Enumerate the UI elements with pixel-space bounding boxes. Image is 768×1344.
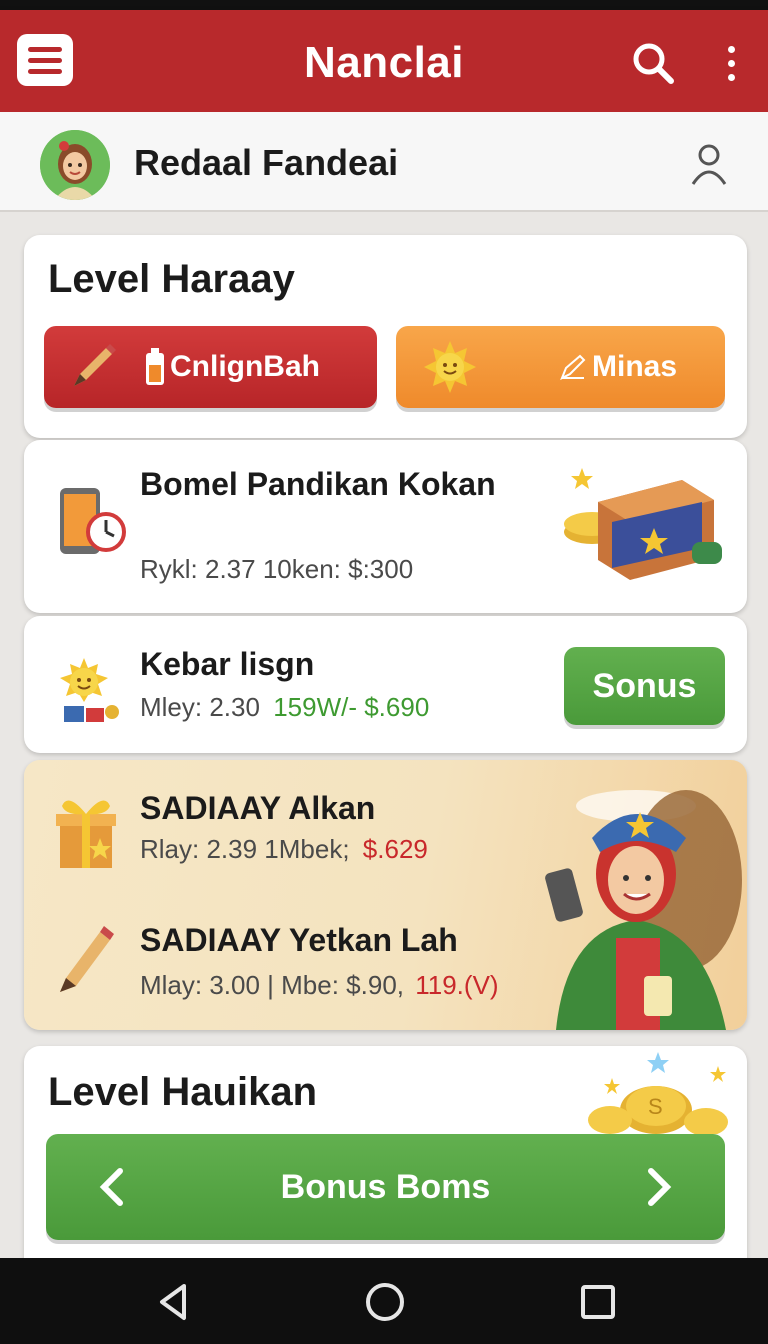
pencil-icon bbox=[74, 344, 116, 386]
chevron-right-icon[interactable] bbox=[645, 1167, 673, 1207]
level-card-title: Level Haraay bbox=[48, 257, 295, 301]
coins-icon: S bbox=[588, 1052, 728, 1134]
minas-button[interactable]: Minas bbox=[396, 326, 725, 408]
edit-icon bbox=[560, 354, 586, 381]
item-subtitle-highlight: 159W/- $.690 bbox=[273, 692, 430, 722]
promo-row1-title: SADIAAY Alkan bbox=[140, 790, 376, 826]
character-illustration bbox=[545, 790, 742, 1030]
system-nav-bar bbox=[0, 1258, 768, 1344]
sun-gift-icon bbox=[60, 658, 119, 722]
level-card: Level Haraay CnlignBah Minas bbox=[24, 235, 747, 438]
sonus-button[interactable]: Sonus bbox=[564, 647, 725, 725]
svg-text:S: S bbox=[648, 1094, 663, 1119]
more-vert-icon[interactable] bbox=[716, 40, 746, 86]
item-title: Kebar lisgn bbox=[140, 646, 315, 682]
item-title: Bomel Pandikan Kokan bbox=[140, 466, 496, 502]
promo-row2-sub-left: Mlay: 3.00 | Mbe: $.90, bbox=[140, 970, 404, 1000]
avatar[interactable] bbox=[40, 130, 110, 200]
sun-icon bbox=[424, 341, 476, 393]
promo-row2-sub-right: 119.(V) bbox=[415, 970, 499, 1000]
promo-row2-subtitle: Mlay: 3.00 | Mbe: $.90, 119.(V) bbox=[140, 970, 499, 1001]
profile-bar[interactable]: Redaal Fandeai bbox=[0, 112, 768, 212]
user-icon[interactable] bbox=[690, 142, 728, 186]
item-subtitle: Rykl: 2.37 10ken: $:300 bbox=[140, 554, 414, 584]
list-item[interactable]: Bomel Pandikan Kokan Rykl: 2.37 10ken: $… bbox=[24, 440, 747, 613]
phone-timer-icon bbox=[60, 488, 126, 554]
status-bar bbox=[0, 0, 768, 10]
profile-name: Redaal Fandeai bbox=[134, 142, 399, 183]
gift-box-icon bbox=[56, 800, 116, 868]
nav-recents-icon[interactable] bbox=[576, 1280, 620, 1324]
cnlign-button[interactable]: CnlignBah bbox=[44, 326, 377, 408]
nav-back-icon[interactable] bbox=[152, 1280, 196, 1324]
treasure-chest-icon bbox=[564, 468, 722, 580]
battery-icon bbox=[146, 348, 164, 385]
bonus-carousel[interactable]: Bonus Boms bbox=[46, 1134, 725, 1240]
minas-button-label: Minas bbox=[592, 350, 678, 383]
app-bar: Nanclai bbox=[0, 10, 768, 112]
list-item[interactable]: Kebar lisgn Mley: 2.30 159W/- $.690 Sonu… bbox=[24, 616, 747, 753]
item-subtitle: Mley: 2.30 159W/- $.690 bbox=[140, 692, 429, 723]
bonus-button-label: Bonus Boms bbox=[280, 1167, 491, 1206]
promo-row2-title: SADIAAY Yetkan Lah bbox=[140, 922, 458, 958]
nav-home-icon[interactable] bbox=[363, 1280, 407, 1324]
promo-row1-sub-left: Rlay: 2.39 1Mbek; bbox=[140, 834, 350, 864]
chevron-left-icon[interactable] bbox=[98, 1167, 126, 1207]
promo-banner[interactable]: SADIAAY Alkan Rlay: 2.39 1Mbek; $.629 SA… bbox=[24, 760, 747, 1030]
pencil-icon bbox=[60, 926, 114, 992]
promo-row1-subtitle: Rlay: 2.39 1Mbek; $.629 bbox=[140, 834, 428, 865]
cnlign-button-label: CnlignBah bbox=[170, 350, 320, 383]
bottom-card-title: Level Hauikan bbox=[48, 1070, 318, 1114]
promo-row1-sub-right: $.629 bbox=[362, 834, 428, 864]
search-icon[interactable] bbox=[630, 40, 676, 86]
item-subtitle-left: Mley: 2.30 bbox=[140, 692, 260, 722]
bottom-level-card: Level Hauikan S Bonus Boms bbox=[24, 1046, 747, 1276]
